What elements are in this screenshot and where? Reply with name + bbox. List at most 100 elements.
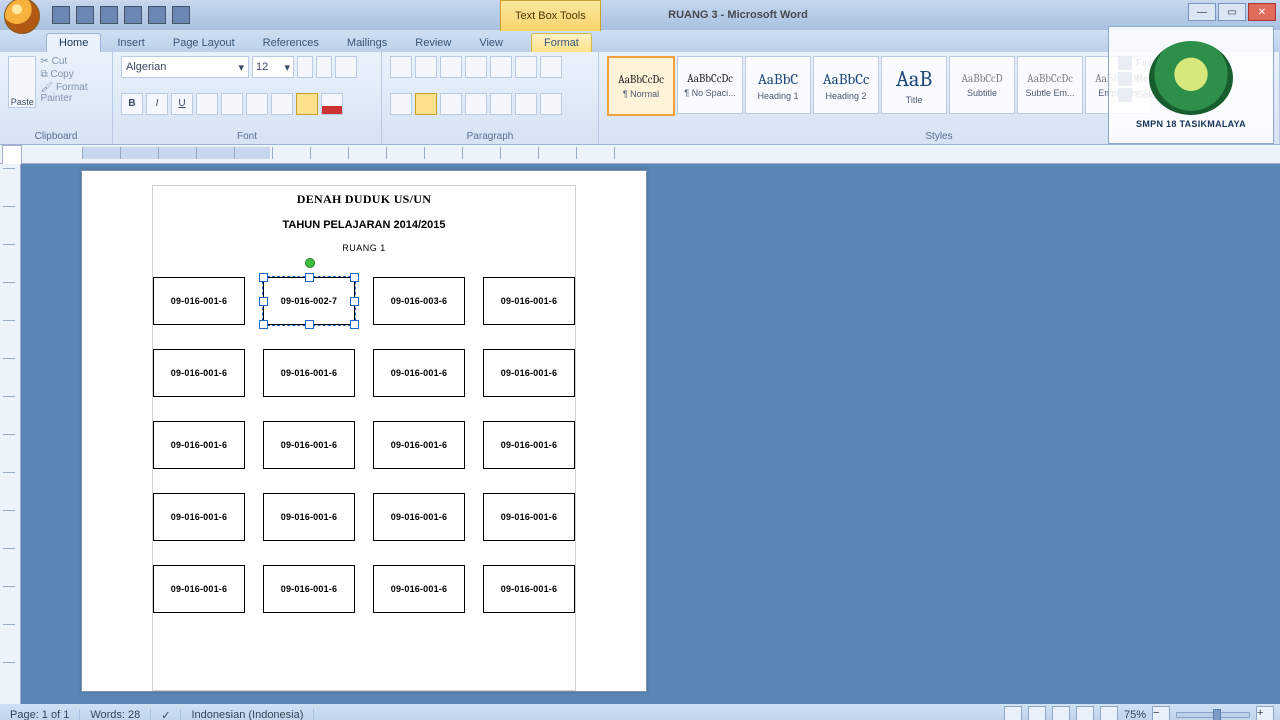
grow-font-icon[interactable] <box>297 56 313 78</box>
seat-text-box[interactable]: 09-016-001-6 <box>483 349 575 397</box>
borders-icon[interactable] <box>540 93 562 115</box>
style-swatch[interactable]: AaBbCcDc¶ No Spaci... <box>677 56 743 114</box>
numbering-icon[interactable] <box>415 56 437 78</box>
close-button[interactable]: ✕ <box>1248 3 1276 21</box>
seat-text-box[interactable]: 09-016-001-6 <box>373 349 465 397</box>
align-center-icon[interactable] <box>415 93 437 115</box>
seat-text-box[interactable]: 09-016-001-6 <box>153 493 245 541</box>
font-color-icon[interactable] <box>321 93 343 115</box>
multilevel-list-icon[interactable] <box>440 56 462 78</box>
ruler-corner[interactable] <box>2 145 22 165</box>
seat-text-box[interactable]: 09-016-001-6 <box>483 277 575 325</box>
view-web-layout-icon[interactable] <box>1052 706 1070 720</box>
tab-view[interactable]: View <box>467 34 515 52</box>
seat-text-box[interactable]: 09-016-001-6 <box>483 565 575 613</box>
ruler-horizontal[interactable] <box>0 145 1280 164</box>
change-case-icon[interactable] <box>271 93 293 115</box>
style-swatch[interactable]: AaBbCHeading 1 <box>745 56 811 114</box>
save-icon[interactable] <box>52 6 70 24</box>
tab-insert[interactable]: Insert <box>105 34 157 52</box>
seat-text-box[interactable]: 09-016-001-6 <box>263 493 355 541</box>
seat-text-box[interactable]: 09-016-001-6 <box>153 349 245 397</box>
italic-button[interactable]: I <box>146 93 168 115</box>
style-swatch[interactable]: AaBbCcDcSubtle Em... <box>1017 56 1083 114</box>
seat-text-box[interactable]: 09-016-002-7 <box>263 277 355 325</box>
zoom-value[interactable]: 75% <box>1124 709 1146 720</box>
align-left-icon[interactable] <box>390 93 412 115</box>
clear-formatting-icon[interactable] <box>335 56 357 78</box>
ruler-vertical[interactable] <box>0 164 21 704</box>
superscript-icon[interactable] <box>246 93 268 115</box>
resize-handle[interactable] <box>259 297 268 306</box>
seat-text-box[interactable]: 09-016-001-6 <box>373 565 465 613</box>
status-words[interactable]: Words: 28 <box>80 709 151 720</box>
bullets-icon[interactable] <box>390 56 412 78</box>
undo-icon[interactable] <box>76 6 94 24</box>
seat-text-box[interactable]: 09-016-001-6 <box>483 421 575 469</box>
view-outline-icon[interactable] <box>1076 706 1094 720</box>
document-surface[interactable]: DENAH DUDUK US/UN TAHUN PELAJARAN 2014/2… <box>21 164 1280 704</box>
seat-text-box[interactable]: 09-016-001-6 <box>373 493 465 541</box>
font-size-combo[interactable]: 12▾ <box>252 56 294 78</box>
style-swatch[interactable]: AaBTitle <box>881 56 947 114</box>
rotate-handle[interactable] <box>305 258 315 268</box>
bold-button[interactable]: B <box>121 93 143 115</box>
seat-text-box[interactable]: 09-016-001-6 <box>153 421 245 469</box>
format-painter-button[interactable]: 🖌 Format Painter <box>40 82 104 104</box>
view-draft-icon[interactable] <box>1100 706 1118 720</box>
resize-handle[interactable] <box>259 320 268 329</box>
seat-text-box[interactable]: 09-016-001-6 <box>373 421 465 469</box>
style-swatch[interactable]: AaBbCcHeading 2 <box>813 56 879 114</box>
increase-indent-icon[interactable] <box>490 56 512 78</box>
resize-handle[interactable] <box>305 273 314 282</box>
show-marks-icon[interactable] <box>540 56 562 78</box>
redo-icon[interactable] <box>100 6 118 24</box>
minimize-button[interactable]: — <box>1188 3 1216 21</box>
paste-button[interactable]: Paste <box>8 56 36 108</box>
print-preview-icon[interactable] <box>172 6 190 24</box>
seat-text-box[interactable]: 09-016-001-6 <box>153 277 245 325</box>
new-icon[interactable] <box>124 6 142 24</box>
align-right-icon[interactable] <box>440 93 462 115</box>
status-page[interactable]: Page: 1 of 1 <box>0 709 80 720</box>
highlight-color-icon[interactable] <box>296 93 318 115</box>
seat-text-box[interactable]: 09-016-001-6 <box>263 421 355 469</box>
tab-references[interactable]: References <box>251 34 331 52</box>
office-button[interactable] <box>4 0 40 34</box>
font-name-combo[interactable]: Algerian▾ <box>121 56 249 78</box>
sort-icon[interactable] <box>515 56 537 78</box>
zoom-in-button[interactable]: + <box>1256 706 1274 720</box>
shading-icon[interactable] <box>515 93 537 115</box>
copy-button[interactable]: ⧉ Copy <box>40 69 104 80</box>
style-swatch[interactable]: AaBbCcDc¶ Normal <box>607 56 675 116</box>
seat-text-box[interactable]: 09-016-003-6 <box>373 277 465 325</box>
resize-handle[interactable] <box>305 320 314 329</box>
resize-handle[interactable] <box>350 297 359 306</box>
tab-format[interactable]: Format <box>531 33 592 52</box>
view-print-layout-icon[interactable] <box>1004 706 1022 720</box>
resize-handle[interactable] <box>259 273 268 282</box>
tab-mailings[interactable]: Mailings <box>335 34 399 52</box>
maximize-button[interactable]: ▭ <box>1218 3 1246 21</box>
strikethrough-icon[interactable] <box>196 93 218 115</box>
cut-button[interactable]: ✂ Cut <box>40 56 104 67</box>
seat-text-box[interactable]: 09-016-001-6 <box>263 565 355 613</box>
zoom-slider[interactable] <box>1176 712 1250 718</box>
zoom-out-button[interactable]: − <box>1152 706 1170 720</box>
resize-handle[interactable] <box>350 320 359 329</box>
underline-button[interactable]: U <box>171 93 193 115</box>
justify-icon[interactable] <box>465 93 487 115</box>
seat-text-box[interactable]: 09-016-001-6 <box>263 349 355 397</box>
style-swatch[interactable]: AaBbCcDSubtitle <box>949 56 1015 114</box>
page[interactable]: DENAH DUDUK US/UN TAHUN PELAJARAN 2014/2… <box>81 170 647 692</box>
line-spacing-icon[interactable] <box>490 93 512 115</box>
status-language[interactable]: Indonesian (Indonesia) <box>181 709 314 720</box>
view-full-screen-icon[interactable] <box>1028 706 1046 720</box>
tab-home[interactable]: Home <box>46 33 101 52</box>
decrease-indent-icon[interactable] <box>465 56 487 78</box>
seat-text-box[interactable]: 09-016-001-6 <box>483 493 575 541</box>
shrink-font-icon[interactable] <box>316 56 332 78</box>
resize-handle[interactable] <box>350 273 359 282</box>
status-proofing-icon[interactable]: ✓ <box>151 709 181 720</box>
subscript-icon[interactable] <box>221 93 243 115</box>
